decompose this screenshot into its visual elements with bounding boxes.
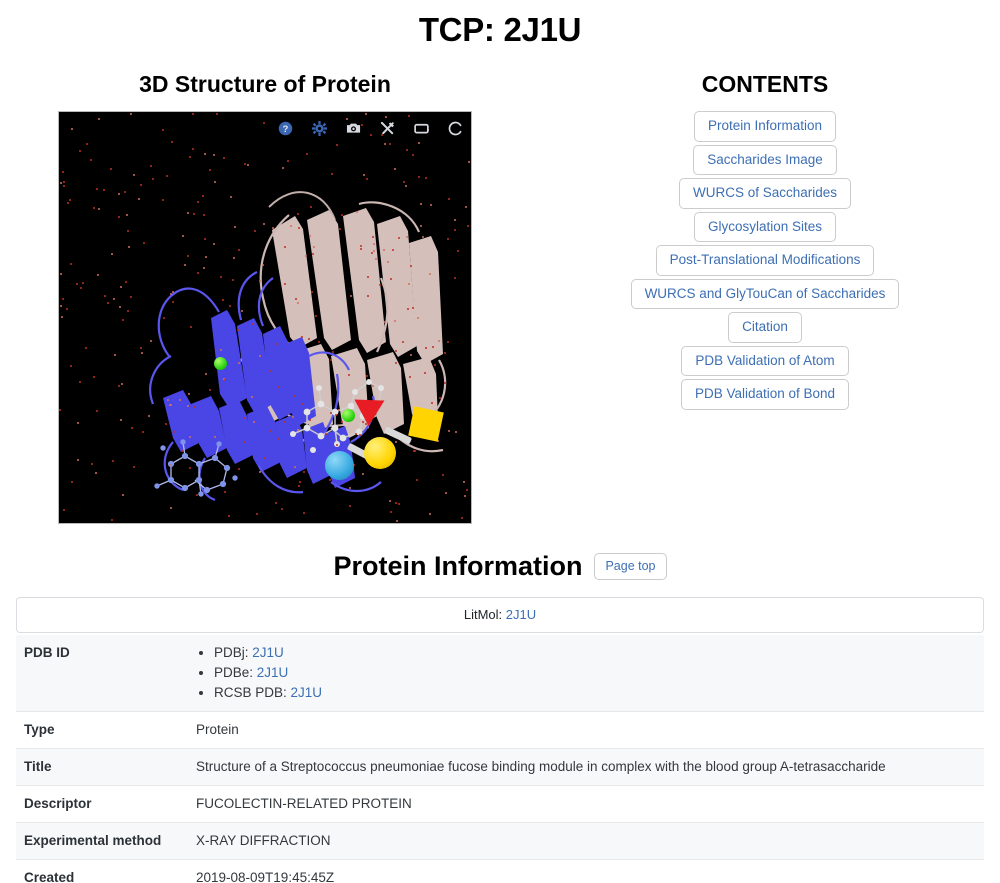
viewer-canvas[interactable]: ? [59,112,471,523]
page-top-button[interactable]: Page top [594,552,667,581]
table-row-experimental-method: Experimental method X-RAY DIFFRACTION [16,822,984,860]
galnac-square-icon [408,406,444,442]
glcnac-circle-icon [325,451,354,480]
camera-screenshot-icon[interactable] [346,121,361,136]
list-item: PDBj: 2J1U [214,645,976,660]
contents-column: CONTENTS Protein Information Saccharides… [530,71,1000,410]
table-row-title: Title Structure of a Streptococcus pneum… [16,748,984,786]
contents-item-glycosylation-sites[interactable]: Glycosylation Sites [693,211,837,242]
rcsb-label: RCSB PDB: [214,685,291,700]
rcsb-link[interactable]: 2J1U [291,685,323,700]
molecule-viewer[interactable]: ? [58,111,472,524]
pdbj-label: PDBj: [214,645,253,660]
page-title: TCP: 2J1U [418,11,582,48]
list-item: RCSB PDB: 2J1U [214,685,976,700]
protein-information-heading: Protein Information [333,551,583,581]
contents-heading: CONTENTS [701,71,829,97]
pdb-id-list: PDBj: 2J1U PDBe: 2J1U RCSB PDB: 2J1U [196,645,976,700]
pdbj-link[interactable]: 2J1U [252,645,284,660]
table-row-descriptor: Descriptor FUCOLECTIN-RELATED PROTEIN [16,785,984,823]
table-row-pdb-id: PDB ID PDBj: 2J1U PDBe: 2J1U RCSB PDB: 2… [16,635,984,712]
row-key-title: Title [16,748,188,786]
svg-text:?: ? [283,124,289,134]
row-value-descriptor: FUCOLECTIN-RELATED PROTEIN [188,785,984,823]
viewer-toolbar[interactable]: ? [278,121,463,136]
protein-information-table-wrapper: LitMol: 2J1U PDB ID PDBj: 2J1U PDBe: 2J1… [16,597,984,883]
row-key-created: Created [16,859,188,883]
table-row-type: Type Protein [16,711,984,749]
help-icon[interactable]: ? [278,121,293,136]
row-key-experimental-method: Experimental method [16,822,188,860]
viewer-wrapper: ? [0,111,530,524]
table-row-created: Created 2019-08-09T19:45:45Z [16,859,984,883]
main-columns: 3D Structure of Protein ? CONTENTS Prote… [0,71,1000,524]
tools-icon[interactable] [380,121,395,136]
row-value-type: Protein [188,711,984,749]
protein-information-table: PDB ID PDBj: 2J1U PDBe: 2J1U RCSB PDB: 2… [16,635,984,883]
contents-item-citation[interactable]: Citation [728,312,802,343]
contents-item-wurcs-of-saccharides[interactable]: WURCS of Saccharides [678,178,852,209]
glycan-snfg-symbols [59,112,471,523]
row-key-pdb-id: PDB ID [16,635,188,712]
contents-item-pdb-validation-of-bond[interactable]: PDB Validation of Bond [680,379,850,410]
fucose-triangle-icon [353,399,385,427]
pdbe-link[interactable]: 2J1U [257,665,289,680]
row-key-descriptor: Descriptor [16,785,188,823]
row-key-type: Type [16,711,188,749]
litmol-label: LitMol: [463,607,506,622]
litmol-row: LitMol: 2J1U [16,597,984,633]
protein-information-header: Protein Information Page top [0,551,1000,582]
contents-list: Protein Information Saccharides Image WU… [530,111,1000,410]
settings-gear-icon[interactable] [312,121,327,136]
contents-item-wurcs-and-glytoucan-of-saccharides[interactable]: WURCS and GlyTouCan of Saccharides [630,278,900,309]
row-value-experimental-method: X-RAY DIFFRACTION [188,822,984,860]
litmol-link[interactable]: 2J1U [506,607,536,622]
structure-column: 3D Structure of Protein ? [0,71,530,524]
reset-icon[interactable] [448,121,463,136]
contents-item-pdb-validation-of-atom[interactable]: PDB Validation of Atom [681,345,849,376]
pdbe-label: PDBe: [214,665,257,680]
structure-heading: 3D Structure of Protein [139,71,391,97]
contents-item-protein-information[interactable]: Protein Information [693,111,837,142]
fullscreen-icon[interactable] [414,121,429,136]
galactose-circle-icon [364,437,396,469]
row-value-title: Structure of a Streptococcus pneumoniae … [188,748,984,786]
list-item: PDBe: 2J1U [214,665,976,680]
contents-item-saccharides-image[interactable]: Saccharides Image [693,144,837,175]
page-root: TCP: 2J1U 3D Structure of Protein ? CONT… [0,0,1000,883]
contents-item-post-translational-modifications[interactable]: Post-Translational Modifications [655,245,875,276]
row-value-pdb-id: PDBj: 2J1U PDBe: 2J1U RCSB PDB: 2J1U [188,635,984,712]
row-value-created: 2019-08-09T19:45:45Z [188,859,984,883]
